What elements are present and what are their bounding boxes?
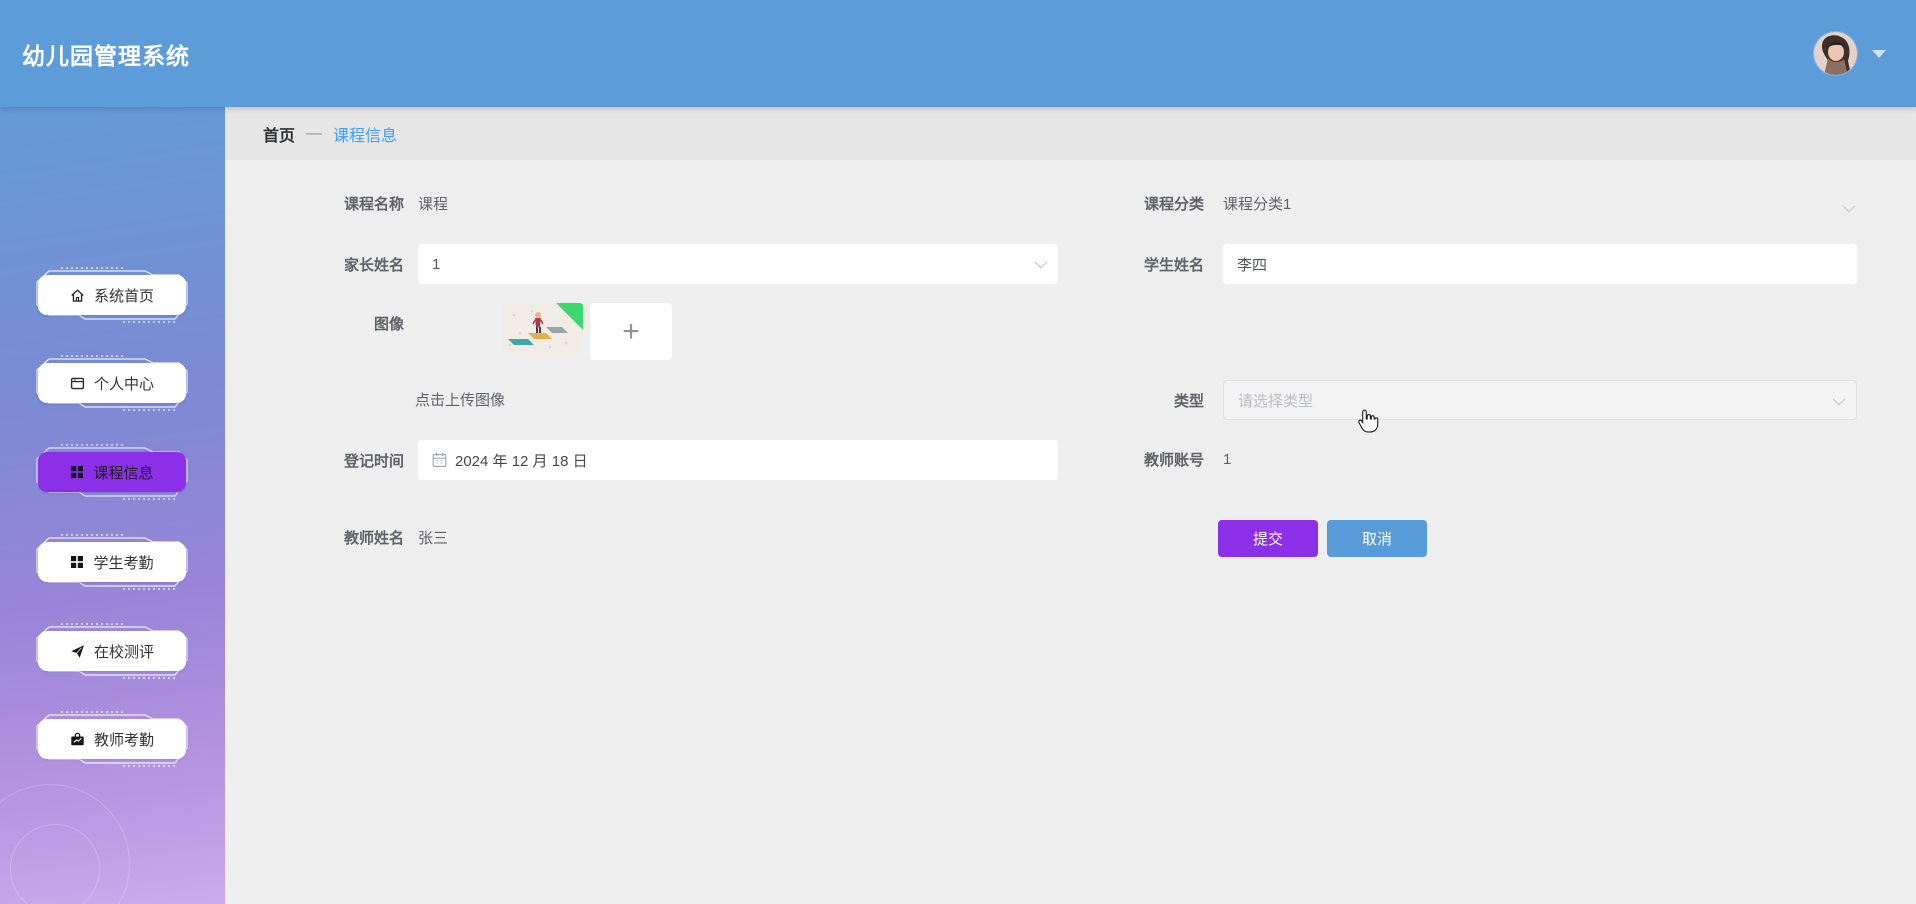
image-label-row: 图像 — [225, 313, 404, 334]
register-time-row: 登记时间 2024 年 12 月 18 日 — [225, 440, 1058, 480]
course-category-row: 课程分类 课程分类1 — [1025, 193, 1882, 214]
parent-name-label: 家长姓名 — [225, 254, 404, 275]
sidebar-item-label: 个人中心 — [94, 373, 154, 394]
chevron-down-icon[interactable] — [1833, 393, 1846, 406]
type-placeholder: 请选择类型 — [1238, 390, 1313, 411]
app-title: 幼儿园管理系统 — [22, 37, 190, 71]
upload-button[interactable]: + — [590, 303, 672, 360]
image-label: 图像 — [225, 313, 404, 334]
course-category-value[interactable]: 课程分类1 — [1223, 193, 1291, 214]
register-time-value: 2024 年 12 月 18 日 — [455, 450, 588, 471]
parent-name-select[interactable]: 1 — [418, 244, 1058, 284]
teacher-account-row: 教师账号 1 — [1025, 449, 1882, 470]
course-illustration — [502, 303, 583, 353]
send-icon — [70, 644, 85, 659]
sidebar-item-assessment[interactable]: 在校测评 — [27, 622, 197, 680]
teacher-account-label: 教师账号 — [1025, 449, 1204, 470]
register-time-label: 登记时间 — [225, 450, 404, 471]
submit-button[interactable]: 提交 — [1218, 520, 1318, 557]
parent-name-row: 家长姓名 1 — [225, 244, 1058, 284]
sidebar-item-label: 系统首页 — [94, 285, 154, 306]
sidebar-item-profile[interactable]: 个人中心 — [27, 354, 197, 412]
sidebar: 系统首页 个人中心 课程信息 — [0, 107, 225, 904]
grid-icon — [70, 555, 84, 569]
type-select[interactable]: 请选择类型 — [1223, 380, 1857, 420]
upload-hint[interactable]: 点击上传图像 — [415, 389, 505, 410]
profile-icon — [70, 376, 85, 391]
teacher-name-row: 教师姓名 张三 — [225, 527, 448, 548]
breadcrumb-home[interactable]: 首页 — [263, 122, 295, 146]
grid-icon — [70, 465, 84, 479]
breadcrumb: 首页 — 课程信息 — [225, 107, 1916, 160]
uploaded-image-thumbnail[interactable] — [502, 303, 583, 353]
breadcrumb-separator: — — [306, 125, 322, 143]
student-name-input[interactable]: 李四 — [1223, 244, 1857, 284]
user-menu[interactable] — [1814, 32, 1886, 75]
sidebar-item-label: 教师考勤 — [94, 729, 154, 750]
student-name-value: 李四 — [1237, 254, 1267, 275]
course-name-label: 课程名称 — [225, 193, 404, 214]
sidebar-item-course-info[interactable]: 课程信息 — [27, 443, 197, 501]
register-time-datepicker[interactable]: 2024 年 12 月 18 日 — [418, 440, 1058, 480]
course-name-value: 课程 — [418, 193, 448, 214]
sidebar-item-label: 学生考勤 — [93, 552, 153, 573]
course-name-row: 课程名称 课程 — [225, 193, 448, 214]
decor-swirl — [10, 824, 100, 904]
chevron-down-icon[interactable] — [1872, 50, 1886, 58]
type-row: 类型 请选择类型 — [1025, 380, 1882, 420]
sidebar-item-teacher-attendance[interactable]: 教师考勤 — [27, 710, 197, 768]
cancel-button[interactable]: 取消 — [1327, 520, 1427, 557]
bag-chart-icon — [70, 732, 85, 747]
teacher-name-value: 张三 — [418, 527, 448, 548]
course-category-label: 课程分类 — [1025, 193, 1204, 214]
avatar-image — [1814, 32, 1857, 75]
home-icon — [70, 288, 85, 303]
sidebar-item-student-attendance[interactable]: 学生考勤 — [27, 533, 197, 591]
avatar[interactable] — [1814, 32, 1857, 75]
student-name-label: 学生姓名 — [1025, 254, 1204, 275]
app-header: 幼儿园管理系统 — [0, 0, 1916, 107]
breadcrumb-current[interactable]: 课程信息 — [333, 122, 397, 146]
sidebar-item-label: 课程信息 — [93, 462, 153, 483]
parent-name-value: 1 — [432, 256, 440, 273]
plus-icon: + — [622, 315, 640, 349]
teacher-account-value: 1 — [1223, 451, 1231, 468]
type-label: 类型 — [1025, 390, 1204, 411]
student-name-row: 学生姓名 李四 — [1025, 244, 1882, 284]
teacher-name-label: 教师姓名 — [225, 527, 404, 548]
calendar-icon — [432, 452, 447, 468]
main-content: 首页 — 课程信息 课程名称 课程 课程分类 课程分类1 家长姓名 1 学生姓名… — [225, 107, 1916, 904]
sidebar-item-home[interactable]: 系统首页 — [27, 266, 197, 324]
chevron-down-icon[interactable] — [1843, 200, 1856, 213]
sidebar-item-label: 在校测评 — [94, 641, 154, 662]
